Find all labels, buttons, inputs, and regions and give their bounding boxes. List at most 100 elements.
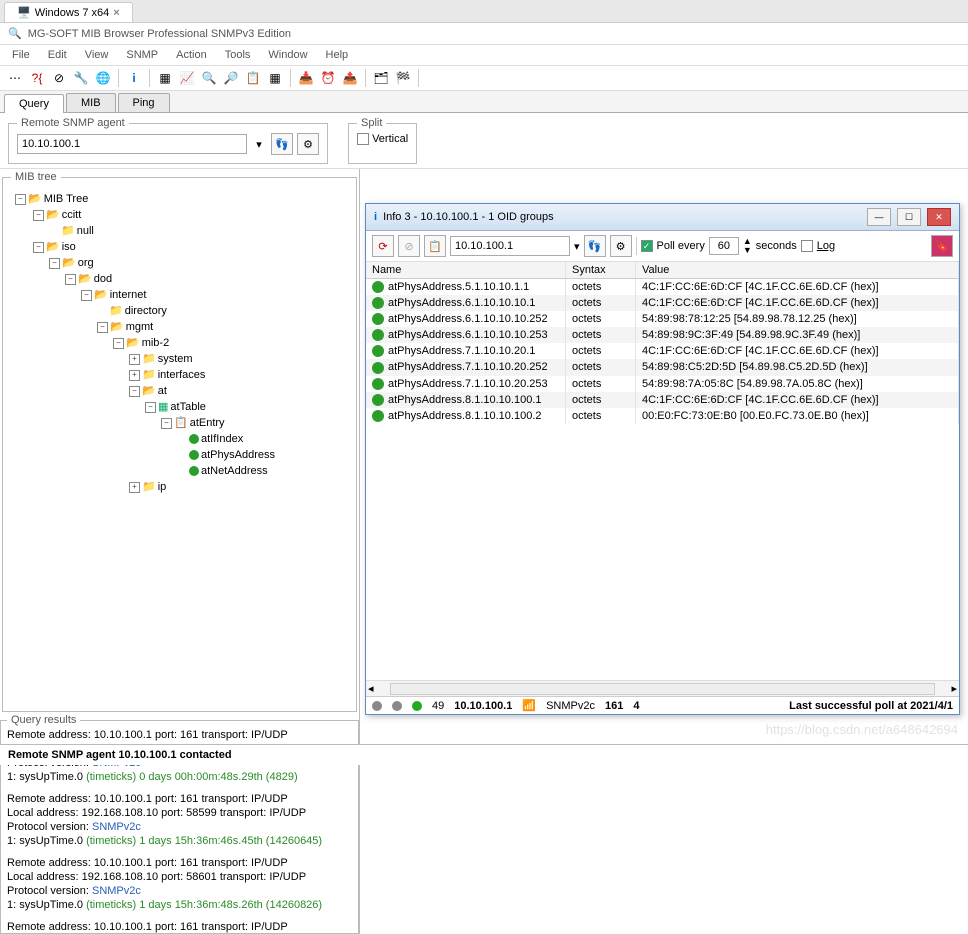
refresh-icon[interactable]: ⟳: [372, 235, 394, 257]
tree-toggle[interactable]: +: [129, 354, 140, 365]
tree-item[interactable]: atPhysAddress: [201, 447, 275, 463]
minimize-button[interactable]: —: [867, 208, 891, 226]
tree-toggle[interactable]: +: [129, 370, 140, 381]
menu-help[interactable]: Help: [318, 47, 357, 63]
info-table-body[interactable]: atPhysAddress.5.1.10.10.1.1 octets 4C:1F…: [366, 279, 959, 680]
log-label: Log: [817, 240, 835, 252]
tree-item[interactable]: atEntry: [190, 415, 225, 431]
tree-item[interactable]: dod: [94, 271, 112, 287]
toolbar-btn[interactable]: ⏰: [319, 69, 337, 87]
tree-item[interactable]: atIfIndex: [201, 431, 243, 447]
toolbar-btn[interactable]: ⊘: [50, 69, 68, 87]
vm-tab[interactable]: 🖥️ Windows 7 x64 ×: [4, 2, 133, 22]
log-checkbox[interactable]: [801, 240, 813, 252]
close-icon[interactable]: ×: [113, 7, 119, 19]
tree-item[interactable]: system: [158, 351, 193, 367]
toolbar-btn[interactable]: 📤: [341, 69, 359, 87]
chart-icon[interactable]: 📈: [178, 69, 196, 87]
table-row[interactable]: atPhysAddress.5.1.10.10.1.1 octets 4C:1F…: [366, 279, 959, 295]
dropdown-icon[interactable]: ▾: [574, 240, 580, 253]
bookmark-icon[interactable]: 🔖: [931, 235, 953, 257]
tree-item[interactable]: mib-2: [142, 335, 170, 351]
tree-toggle[interactable]: −: [33, 210, 44, 221]
copy-icon[interactable]: 📋: [424, 235, 446, 257]
col-name[interactable]: Name: [366, 262, 566, 278]
remote-agent-input[interactable]: [17, 134, 247, 154]
dropdown-icon[interactable]: ▾: [251, 138, 267, 151]
walk-icon[interactable]: 👣: [584, 235, 606, 257]
stop-icon[interactable]: ⊘: [398, 235, 420, 257]
tree-item[interactable]: at: [158, 383, 167, 399]
tree-toggle[interactable]: −: [33, 242, 44, 253]
col-value[interactable]: Value: [636, 262, 959, 278]
tree-item[interactable]: atNetAddress: [201, 463, 268, 479]
tree-toggle[interactable]: −: [65, 274, 76, 285]
toolbar-btn[interactable]: 📥: [297, 69, 315, 87]
menu-tools[interactable]: Tools: [217, 47, 259, 63]
table-row[interactable]: atPhysAddress.6.1.10.10.10.253 octets 54…: [366, 327, 959, 343]
toolbar-btn[interactable]: 🗂: [372, 69, 390, 87]
poll-checkbox[interactable]: ✓: [641, 240, 653, 252]
tree-toggle[interactable]: −: [97, 322, 108, 333]
tree-item[interactable]: iso: [62, 239, 76, 255]
tree-toggle[interactable]: +: [129, 482, 140, 493]
tab-query[interactable]: Query: [4, 94, 64, 113]
mib-tree[interactable]: −📂 MIB Tree −📂 ccitt 📁 null −📂 iso −📂 or…: [11, 187, 348, 703]
menu-edit[interactable]: Edit: [40, 47, 75, 63]
tree-root[interactable]: MIB Tree: [44, 191, 89, 207]
menu-window[interactable]: Window: [260, 47, 315, 63]
toolbar-btn[interactable]: ⋯: [6, 69, 24, 87]
tree-item[interactable]: ccitt: [62, 207, 82, 223]
table-row[interactable]: atPhysAddress.6.1.10.10.10.1 octets 4C:1…: [366, 295, 959, 311]
settings-icon[interactable]: ⚙: [297, 133, 319, 155]
toolbar-btn[interactable]: 📋: [244, 69, 262, 87]
tree-toggle[interactable]: −: [49, 258, 60, 269]
menu-snmp[interactable]: SNMP: [118, 47, 166, 63]
walk-icon[interactable]: 👣: [271, 133, 293, 155]
table-row[interactable]: atPhysAddress.8.1.10.10.100.2 octets 00:…: [366, 408, 959, 424]
maximize-button[interactable]: ☐: [897, 208, 921, 226]
tree-item[interactable]: directory: [125, 303, 167, 319]
tree-item[interactable]: mgmt: [126, 319, 154, 335]
toolbar-btn[interactable]: 🔍: [200, 69, 218, 87]
horizontal-scrollbar[interactable]: ◂▸: [366, 680, 959, 696]
tree-toggle[interactable]: −: [15, 194, 26, 205]
tree-item[interactable]: ip: [158, 479, 167, 495]
table-row[interactable]: atPhysAddress.7.1.10.10.20.252 octets 54…: [366, 359, 959, 375]
tree-item[interactable]: atTable: [170, 399, 205, 415]
spinner-icon[interactable]: ▲▼: [743, 237, 752, 255]
tab-ping[interactable]: Ping: [118, 93, 170, 112]
tree-toggle[interactable]: −: [129, 386, 140, 397]
table-row[interactable]: atPhysAddress.8.1.10.10.100.1 octets 4C:…: [366, 392, 959, 408]
tree-item[interactable]: interfaces: [158, 367, 206, 383]
info-icon[interactable]: i: [125, 69, 143, 87]
table-row[interactable]: atPhysAddress.6.1.10.10.10.252 octets 54…: [366, 311, 959, 327]
table-icon[interactable]: ▦: [156, 69, 174, 87]
toolbar-btn[interactable]: 🏁: [394, 69, 412, 87]
toolbar-btn[interactable]: 🔧: [72, 69, 90, 87]
poll-interval-input[interactable]: [709, 237, 739, 255]
toolbar-btn[interactable]: 🔎: [222, 69, 240, 87]
tree-toggle[interactable]: −: [145, 402, 156, 413]
toolbar-btn[interactable]: ▦: [266, 69, 284, 87]
table-row[interactable]: atPhysAddress.7.1.10.10.20.253 octets 54…: [366, 376, 959, 392]
settings-icon[interactable]: ⚙: [610, 235, 632, 257]
globe-icon[interactable]: 🌐: [94, 69, 112, 87]
tree-item[interactable]: internet: [110, 287, 147, 303]
vertical-checkbox[interactable]: [357, 133, 369, 145]
tree-item[interactable]: org: [78, 255, 94, 271]
info-address-input[interactable]: [450, 236, 570, 256]
tab-mib[interactable]: MIB: [66, 93, 116, 112]
menu-view[interactable]: View: [77, 47, 117, 63]
table-row[interactable]: atPhysAddress.7.1.10.10.20.1 octets 4C:1…: [366, 343, 959, 359]
tree-toggle[interactable]: −: [161, 418, 172, 429]
tree-toggle[interactable]: −: [81, 290, 92, 301]
tree-toggle[interactable]: −: [113, 338, 124, 349]
menu-action[interactable]: Action: [168, 47, 215, 63]
close-button[interactable]: ✕: [927, 208, 951, 226]
menu-file[interactable]: File: [4, 47, 38, 63]
info-titlebar[interactable]: i Info 3 - 10.10.100.1 - 1 OID groups — …: [366, 204, 959, 231]
toolbar-btn[interactable]: ?{: [28, 69, 46, 87]
col-syntax[interactable]: Syntax: [566, 262, 636, 278]
tree-item[interactable]: null: [77, 223, 94, 239]
